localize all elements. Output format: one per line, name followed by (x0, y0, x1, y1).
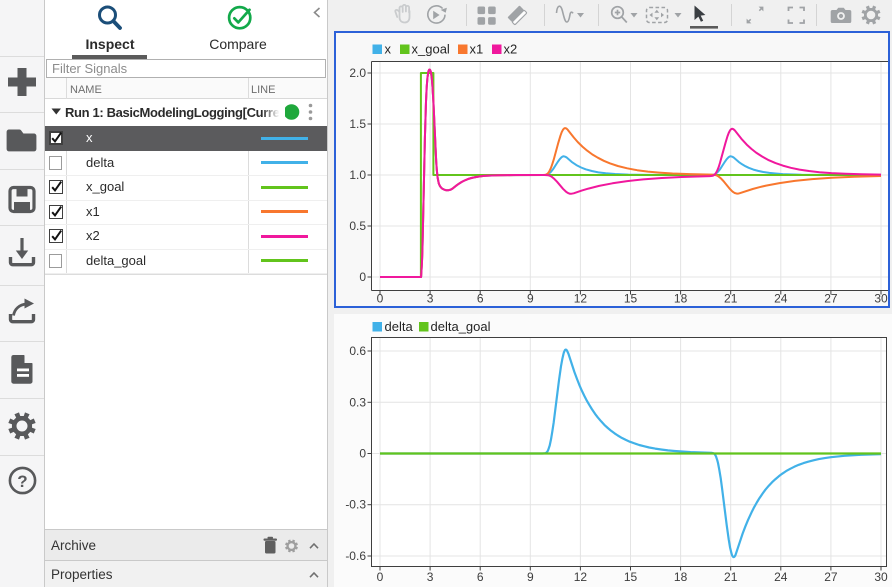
svg-text:0: 0 (359, 447, 366, 461)
svg-text:-0.3: -0.3 (345, 498, 366, 512)
svg-text:2.0: 2.0 (349, 66, 366, 80)
svg-text:30: 30 (874, 292, 888, 306)
svg-text:12: 12 (574, 570, 588, 584)
svg-text:0.6: 0.6 (349, 344, 366, 358)
svg-text:6: 6 (477, 570, 484, 584)
svg-text:0.3: 0.3 (349, 395, 366, 409)
svg-text:delta_goal: delta_goal (431, 319, 491, 334)
svg-text:27: 27 (824, 570, 838, 584)
svg-text:9: 9 (527, 570, 534, 584)
svg-text:18: 18 (674, 570, 688, 584)
svg-text:3: 3 (427, 570, 434, 584)
svg-text:6: 6 (477, 292, 484, 306)
svg-text:21: 21 (724, 292, 738, 306)
svg-text:-0.6: -0.6 (345, 549, 366, 563)
svg-text:30: 30 (874, 570, 888, 584)
svg-text:0.5: 0.5 (349, 219, 366, 233)
svg-text:0: 0 (377, 292, 384, 306)
svg-text:x_goal: x_goal (412, 42, 450, 57)
svg-text:x2: x2 (504, 42, 518, 57)
svg-text:12: 12 (574, 292, 588, 306)
svg-text:delta: delta (385, 319, 414, 334)
svg-text:24: 24 (774, 292, 788, 306)
svg-text:27: 27 (824, 292, 838, 306)
svg-text:15: 15 (624, 292, 638, 306)
svg-text:x1: x1 (470, 42, 484, 57)
svg-text:1.5: 1.5 (349, 117, 366, 131)
svg-text:21: 21 (724, 570, 738, 584)
svg-text:18: 18 (674, 292, 688, 306)
svg-text:9: 9 (527, 292, 534, 306)
svg-text:0: 0 (377, 570, 384, 584)
svg-text:3: 3 (427, 292, 434, 306)
svg-text:15: 15 (624, 570, 638, 584)
svg-text:24: 24 (774, 570, 788, 584)
svg-text:1.0: 1.0 (349, 168, 366, 182)
svg-text:0: 0 (359, 270, 366, 284)
svg-text:x: x (385, 42, 392, 57)
svg-text:?: ? (17, 472, 27, 491)
